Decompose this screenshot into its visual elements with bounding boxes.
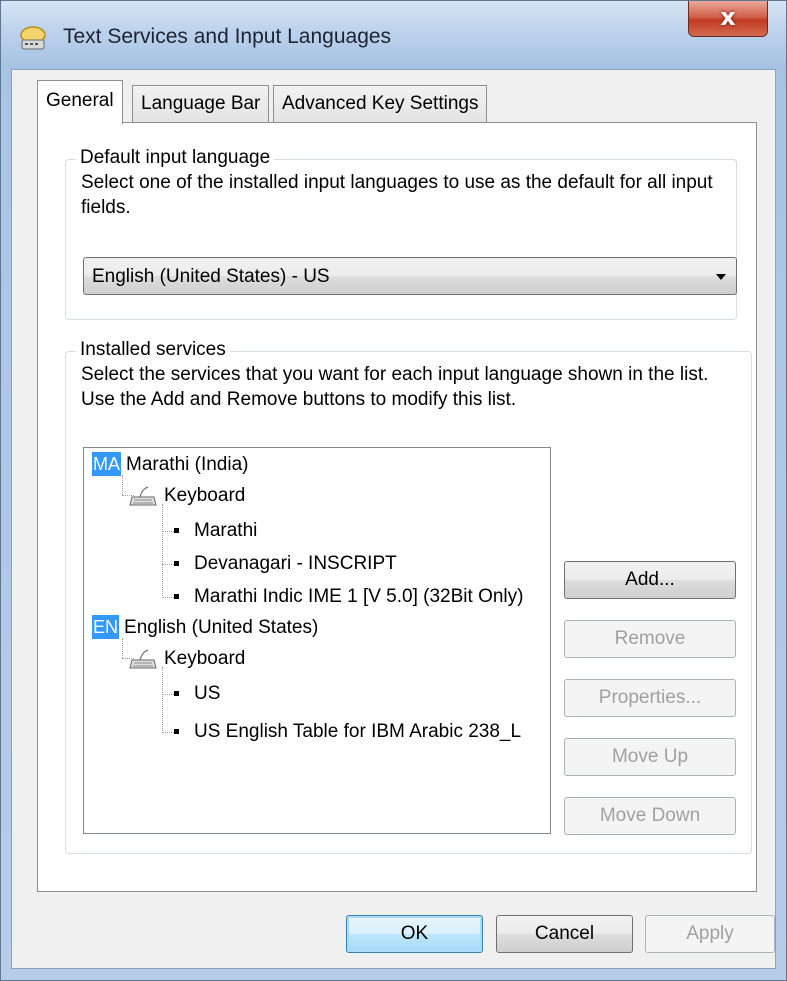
apply-button[interactable]: Apply [645, 915, 775, 953]
keyboard-label: Keyboard [164, 648, 246, 669]
chevron-down-icon[interactable] [716, 274, 726, 280]
cancel-button[interactable]: Cancel [496, 915, 633, 953]
general-tab-panel: Default input language Select one of the… [37, 122, 757, 892]
service-label: US [194, 683, 221, 704]
remove-button-label: Remove [614, 628, 686, 649]
tree-keyboard-group[interactable]: Keyboard [128, 646, 245, 672]
move-down-button-label: Move Down [599, 805, 701, 826]
keyboard-icon [129, 486, 157, 506]
text-services-icon [20, 26, 46, 50]
cancel-button-label: Cancel [534, 923, 595, 944]
tree-service-item[interactable]: Marathi [166, 518, 257, 544]
service-label: Devanagari - INSCRIPT [194, 553, 397, 574]
title-bar[interactable]: Text Services and Input Languages x [1, 1, 786, 69]
bullet-icon [174, 561, 179, 567]
installed-services-description-line1: Select the services that you want for ea… [81, 364, 709, 385]
close-icon: x [720, 3, 736, 31]
dialog-window: Text Services and Input Languages x Gene… [0, 0, 787, 981]
language-name: Marathi (India) [126, 454, 249, 475]
keyboard-icon [129, 649, 157, 669]
tree-service-item[interactable]: US [166, 681, 220, 707]
ok-button-label: OK [400, 923, 429, 944]
tree-service-item[interactable]: Marathi Indic IME 1 [V 5.0] (32Bit Only) [166, 584, 523, 610]
close-button[interactable]: x [688, 1, 768, 37]
default-input-description-line2: fields. [81, 197, 131, 218]
tree-connector [162, 504, 163, 598]
installed-services-group: Installed services Select the services t… [65, 339, 752, 854]
tab-label: Language Bar [141, 93, 261, 114]
tab-general[interactable]: General [37, 80, 123, 124]
default-input-language-group: Default input language Select one of the… [65, 147, 737, 320]
properties-button[interactable]: Properties... [564, 679, 736, 717]
tree-keyboard-group[interactable]: Keyboard [128, 483, 245, 509]
language-badge: MA [92, 452, 121, 476]
tab-label: Advanced Key Settings [282, 93, 479, 114]
service-label: Marathi Indic IME 1 [V 5.0] (32Bit Only) [194, 586, 524, 607]
move-up-button[interactable]: Move Up [564, 738, 736, 776]
language-name: English (United States) [124, 617, 319, 638]
bullet-icon [174, 691, 179, 697]
service-label: Marathi [194, 520, 258, 541]
tree-service-item[interactable]: US English Table for IBM Arabic 238_L [166, 719, 521, 745]
tree-language-english[interactable]: EN English (United States) [92, 615, 318, 641]
installed-services-tree[interactable]: MA Marathi (India) Keyboard Marathi Devan [83, 447, 551, 834]
language-badge: EN [92, 615, 120, 639]
apply-button-label: Apply [686, 923, 734, 944]
add-button-label: Add... [625, 569, 675, 590]
move-up-button-label: Move Up [611, 746, 689, 767]
bullet-icon [174, 594, 179, 600]
default-input-description-line1: Select one of the installed input langua… [81, 172, 713, 193]
keyboard-label: Keyboard [164, 485, 246, 506]
bullet-icon [174, 729, 179, 735]
installed-services-legend: Installed services [76, 339, 230, 361]
add-button[interactable]: Add... [564, 561, 736, 599]
window-title: Text Services and Input Languages [63, 25, 392, 48]
default-input-language-legend: Default input language [76, 147, 275, 169]
properties-button-label: Properties... [598, 687, 702, 708]
tab-language-bar[interactable]: Language Bar [132, 85, 270, 122]
dialog-client: General Language Bar Advanced Key Settin… [11, 69, 776, 969]
tree-service-item[interactable]: Devanagari - INSCRIPT [166, 551, 397, 577]
tree-connector [162, 667, 163, 733]
move-down-button[interactable]: Move Down [564, 797, 736, 835]
default-language-dropdown[interactable]: English (United States) - US [83, 257, 737, 295]
remove-button[interactable]: Remove [564, 620, 736, 658]
tree-connector [122, 475, 123, 495]
installed-services-description-line2: Use the Add and Remove buttons to modify… [81, 389, 517, 410]
service-label: US English Table for IBM Arabic 238_L [194, 721, 522, 742]
default-language-value: English (United States) - US [92, 266, 330, 287]
bullet-icon [174, 528, 179, 534]
tab-label: General [46, 90, 114, 111]
ok-button[interactable]: OK [346, 915, 483, 953]
tree-connector [122, 638, 123, 658]
tab-advanced-key-settings[interactable]: Advanced Key Settings [273, 85, 488, 122]
tree-language-marathi[interactable]: MA Marathi (India) [92, 452, 249, 478]
